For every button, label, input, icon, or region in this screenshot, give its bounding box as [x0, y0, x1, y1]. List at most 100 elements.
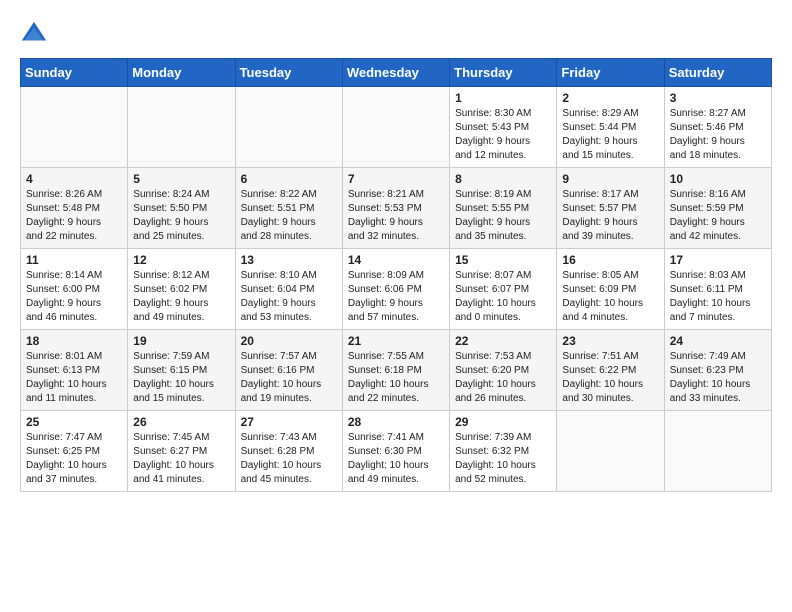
day-number: 16 [562, 253, 658, 267]
calendar-cell: 4Sunrise: 8:26 AM Sunset: 5:48 PM Daylig… [21, 168, 128, 249]
day-number: 27 [241, 415, 337, 429]
calendar-cell: 28 Sunrise: 7:41 AM Sunset: 6:30 PM Dayli… [342, 411, 449, 492]
day-number: 7 [348, 172, 444, 186]
day-info: Sunrise: 7:41 AM Sunset: 6:30 PM Dayligh… [348, 431, 444, 487]
day-info: Sunrise: 8:29 AM Sunset: 5:44 PM Dayligh… [562, 107, 658, 163]
calendar-cell: 6 Sunrise: 8:22 AM Sunset: 5:51 PM Daylig… [235, 168, 342, 249]
week-row-4: 25 Sunrise: 7:47 AM Sunset: 6:25 PM Dayli… [21, 411, 772, 492]
day-info: Sunrise: 8:21 AM Sunset: 5:53 PM Dayligh… [348, 188, 444, 244]
calendar-cell [128, 87, 235, 168]
calendar-cell: 12 Sunrise: 8:12 AM Sunset: 6:02 PM Dayli… [128, 249, 235, 330]
day-info: Sunrise: 8:27 AM Sunset: 5:46 PM Dayligh… [670, 107, 766, 163]
day-number: 24 [670, 334, 766, 348]
day-number: 3 [670, 91, 766, 105]
header-row: SundayMondayTuesdayWednesdayThursdayFrid… [21, 59, 772, 87]
week-row-0: 1 Sunrise: 8:30 AM Sunset: 5:43 PM Daylig… [21, 87, 772, 168]
day-number: 26 [133, 415, 229, 429]
day-info: Sunrise: 8:03 AM Sunset: 6:11 PM Dayligh… [670, 269, 766, 325]
calendar-cell: 14Sunrise: 8:09 AM Sunset: 6:06 PM Dayli… [342, 249, 449, 330]
week-row-2: 11Sunrise: 8:14 AM Sunset: 6:00 PM Dayli… [21, 249, 772, 330]
header-day-monday: Monday [128, 59, 235, 87]
day-number: 5 [133, 172, 229, 186]
day-info: Sunrise: 8:05 AM Sunset: 6:09 PM Dayligh… [562, 269, 658, 325]
day-info: Sunrise: 7:47 AM Sunset: 6:25 PM Dayligh… [26, 431, 122, 487]
calendar-cell: 19Sunrise: 7:59 AM Sunset: 6:15 PM Dayli… [128, 330, 235, 411]
day-info: Sunrise: 7:49 AM Sunset: 6:23 PM Dayligh… [670, 350, 766, 406]
header-day-wednesday: Wednesday [342, 59, 449, 87]
calendar-cell: 23 Sunrise: 7:51 AM Sunset: 6:22 PM Dayli… [557, 330, 664, 411]
calendar-cell: 16 Sunrise: 8:05 AM Sunset: 6:09 PM Dayli… [557, 249, 664, 330]
logo-icon [20, 20, 48, 48]
calendar-cell: 1 Sunrise: 8:30 AM Sunset: 5:43 PM Daylig… [450, 87, 557, 168]
calendar-cell: 27 Sunrise: 7:43 AM Sunset: 6:28 PM Dayli… [235, 411, 342, 492]
day-number: 21 [348, 334, 444, 348]
week-row-3: 18 Sunrise: 8:01 AM Sunset: 6:13 PM Dayli… [21, 330, 772, 411]
calendar-cell [664, 411, 771, 492]
calendar-table: SundayMondayTuesdayWednesdayThursdayFrid… [20, 58, 772, 492]
header-day-friday: Friday [557, 59, 664, 87]
calendar-cell: 18 Sunrise: 8:01 AM Sunset: 6:13 PM Dayli… [21, 330, 128, 411]
day-number: 15 [455, 253, 551, 267]
calendar-cell [557, 411, 664, 492]
day-info: Sunrise: 8:12 AM Sunset: 6:02 PM Dayligh… [133, 269, 229, 325]
calendar-cell: 21 Sunrise: 7:55 AM Sunset: 6:18 PM Dayli… [342, 330, 449, 411]
header-day-saturday: Saturday [664, 59, 771, 87]
day-number: 29 [455, 415, 551, 429]
calendar-cell: 29 Sunrise: 7:39 AM Sunset: 6:32 PM Dayli… [450, 411, 557, 492]
day-info: Sunrise: 7:53 AM Sunset: 6:20 PM Dayligh… [455, 350, 551, 406]
day-info: Sunrise: 8:30 AM Sunset: 5:43 PM Dayligh… [455, 107, 551, 163]
day-number: 12 [133, 253, 229, 267]
day-number: 2 [562, 91, 658, 105]
page-header [20, 20, 772, 48]
calendar-cell: 10 Sunrise: 8:16 AM Sunset: 5:59 PM Dayli… [664, 168, 771, 249]
calendar-cell: 9Sunrise: 8:17 AM Sunset: 5:57 PM Daylig… [557, 168, 664, 249]
calendar-cell [342, 87, 449, 168]
day-info: Sunrise: 8:07 AM Sunset: 6:07 PM Dayligh… [455, 269, 551, 325]
day-info: Sunrise: 8:19 AM Sunset: 5:55 PM Dayligh… [455, 188, 551, 244]
day-info: Sunrise: 8:16 AM Sunset: 5:59 PM Dayligh… [670, 188, 766, 244]
day-number: 10 [670, 172, 766, 186]
day-number: 28 [348, 415, 444, 429]
calendar-cell: 20 Sunrise: 7:57 AM Sunset: 6:16 PM Dayli… [235, 330, 342, 411]
calendar-cell: 7 Sunrise: 8:21 AM Sunset: 5:53 PM Daylig… [342, 168, 449, 249]
day-info: Sunrise: 8:09 AM Sunset: 6:06 PM Dayligh… [348, 269, 444, 325]
day-number: 25 [26, 415, 122, 429]
calendar-cell [21, 87, 128, 168]
header-day-sunday: Sunday [21, 59, 128, 87]
day-info: Sunrise: 8:01 AM Sunset: 6:13 PM Dayligh… [26, 350, 122, 406]
calendar-cell: 2 Sunrise: 8:29 AM Sunset: 5:44 PM Daylig… [557, 87, 664, 168]
calendar-cell: 15 Sunrise: 8:07 AM Sunset: 6:07 PM Dayli… [450, 249, 557, 330]
day-number: 4 [26, 172, 122, 186]
day-number: 18 [26, 334, 122, 348]
calendar-cell: 8Sunrise: 8:19 AM Sunset: 5:55 PM Daylig… [450, 168, 557, 249]
calendar-cell: 13 Sunrise: 8:10 AM Sunset: 6:04 PM Dayli… [235, 249, 342, 330]
day-number: 22 [455, 334, 551, 348]
day-info: Sunrise: 7:39 AM Sunset: 6:32 PM Dayligh… [455, 431, 551, 487]
day-info: Sunrise: 7:43 AM Sunset: 6:28 PM Dayligh… [241, 431, 337, 487]
calendar-cell: 24 Sunrise: 7:49 AM Sunset: 6:23 PM Dayli… [664, 330, 771, 411]
logo [20, 20, 52, 48]
day-number: 19 [133, 334, 229, 348]
day-number: 23 [562, 334, 658, 348]
day-info: Sunrise: 8:10 AM Sunset: 6:04 PM Dayligh… [241, 269, 337, 325]
day-info: Sunrise: 7:57 AM Sunset: 6:16 PM Dayligh… [241, 350, 337, 406]
day-info: Sunrise: 7:51 AM Sunset: 6:22 PM Dayligh… [562, 350, 658, 406]
day-info: Sunrise: 8:22 AM Sunset: 5:51 PM Dayligh… [241, 188, 337, 244]
calendar-cell: 17Sunrise: 8:03 AM Sunset: 6:11 PM Dayli… [664, 249, 771, 330]
week-row-1: 4Sunrise: 8:26 AM Sunset: 5:48 PM Daylig… [21, 168, 772, 249]
day-number: 6 [241, 172, 337, 186]
calendar-body: 1 Sunrise: 8:30 AM Sunset: 5:43 PM Daylig… [21, 87, 772, 492]
day-info: Sunrise: 7:55 AM Sunset: 6:18 PM Dayligh… [348, 350, 444, 406]
calendar-cell: 3 Sunrise: 8:27 AM Sunset: 5:46 PM Daylig… [664, 87, 771, 168]
calendar-cell: 25 Sunrise: 7:47 AM Sunset: 6:25 PM Dayli… [21, 411, 128, 492]
day-info: Sunrise: 7:45 AM Sunset: 6:27 PM Dayligh… [133, 431, 229, 487]
day-number: 13 [241, 253, 337, 267]
day-info: Sunrise: 8:14 AM Sunset: 6:00 PM Dayligh… [26, 269, 122, 325]
day-number: 1 [455, 91, 551, 105]
calendar-cell: 26 Sunrise: 7:45 AM Sunset: 6:27 PM Dayli… [128, 411, 235, 492]
day-info: Sunrise: 8:17 AM Sunset: 5:57 PM Dayligh… [562, 188, 658, 244]
calendar-cell: 5Sunrise: 8:24 AM Sunset: 5:50 PM Daylig… [128, 168, 235, 249]
header-day-tuesday: Tuesday [235, 59, 342, 87]
header-day-thursday: Thursday [450, 59, 557, 87]
day-number: 20 [241, 334, 337, 348]
